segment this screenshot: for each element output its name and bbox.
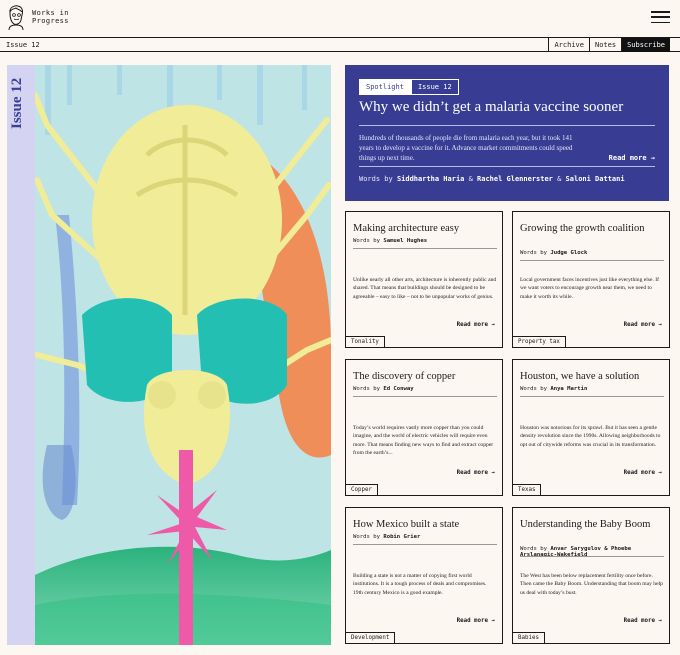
article-summary: Today’s world requires vastly more coppe…	[353, 425, 494, 456]
article-summary: Local government faces incentives just l…	[520, 277, 660, 300]
article-card[interactable]: The discovery of copper Words by Ed Conwa…	[345, 359, 503, 496]
site-logo[interactable]: Works in Progress	[6, 4, 92, 30]
article-byline: Words by Anya Martin	[520, 386, 588, 392]
article-card[interactable]: Understanding the Baby Boom Words by Anva…	[512, 507, 670, 644]
logo-text: Works in Progress	[32, 9, 69, 25]
spotlight-chip[interactable]: Spotlight	[359, 79, 411, 95]
spotlight-read-more-link[interactable]: Read more →	[609, 154, 655, 162]
sub-navigation: Issue 12 Archive Notes Subscribe	[0, 38, 680, 52]
spotlight-byline: Words by Siddhartha Haria & Rachel Glenn…	[359, 175, 625, 183]
divider	[353, 544, 497, 545]
article-summary: Unlike nearly all other arts, architectu…	[353, 277, 497, 300]
notes-link[interactable]: Notes	[588, 38, 621, 52]
author-link[interactable]: Robin Grier	[383, 534, 420, 540]
article-byline: Words by Robin Grier	[353, 534, 421, 540]
subscribe-button[interactable]: Subscribe	[621, 38, 670, 52]
hamburger-menu-icon[interactable]	[651, 11, 670, 24]
read-more-link[interactable]: Read more →	[624, 322, 662, 328]
author-link[interactable]: Siddhartha Haria	[397, 175, 464, 183]
site-header: Works in Progress	[0, 0, 680, 38]
mosquito-illustration	[32, 65, 331, 645]
article-card[interactable]: Growing the growth coalition Words by Jud…	[512, 211, 670, 348]
divider	[353, 248, 497, 249]
spotlight-article[interactable]: Spotlight Issue 12 Why we didn’t get a m…	[345, 65, 669, 201]
article-title[interactable]: How Mexico built a state	[353, 518, 499, 531]
read-more-link[interactable]: Read more →	[624, 470, 662, 476]
article-card[interactable]: Making architecture easy Words by Samuel …	[345, 211, 503, 348]
issue-chip[interactable]: Issue 12	[410, 79, 459, 95]
author-link[interactable]: Judge Glock	[550, 250, 587, 256]
current-issue-label[interactable]: Issue 12	[6, 41, 40, 49]
author-link[interactable]: Saloni Dattani	[566, 175, 625, 183]
article-title[interactable]: Growing the growth coalition	[520, 222, 666, 235]
divider	[353, 396, 497, 397]
author-link[interactable]: Anya Martin	[550, 386, 587, 392]
divider	[520, 556, 664, 557]
article-title[interactable]: The discovery of copper	[353, 370, 499, 383]
author-link[interactable]: Ed Conway	[383, 386, 413, 392]
article-summary: Houston was notorious for its sprawl. Bu…	[520, 425, 661, 448]
portrait-icon	[8, 5, 24, 30]
spotlight-title[interactable]: Why we didn’t get a malaria vaccine soon…	[359, 99, 623, 116]
archive-link[interactable]: Archive	[548, 38, 589, 52]
article-title[interactable]: Houston, we have a solution	[520, 370, 666, 383]
read-more-link[interactable]: Read more →	[457, 322, 495, 328]
issue-cover-illustration[interactable]: Issue 12	[7, 65, 331, 645]
article-card[interactable]: Houston, we have a solution Words by Anya…	[512, 359, 670, 496]
article-byline: Words by Samuel Hughes	[353, 238, 428, 244]
spotlight-summary: Hundreds of thousands of people die from…	[359, 134, 573, 162]
author-link[interactable]: Rachel Glennerster	[477, 175, 553, 183]
issue-vertical-label: Issue 12	[9, 77, 25, 129]
read-more-link[interactable]: Read more →	[457, 618, 495, 624]
article-byline: Words by Judge Glock	[520, 250, 588, 256]
article-summary: Building a state is not a matter of copy…	[353, 573, 487, 596]
issue-side-strip	[7, 65, 35, 645]
topic-tag[interactable]: Texas	[512, 484, 542, 496]
topic-tag[interactable]: Property tax	[512, 336, 566, 348]
author-link[interactable]: Samuel Hughes	[383, 238, 427, 244]
read-more-link[interactable]: Read more →	[624, 618, 662, 624]
topic-tag[interactable]: Babies	[512, 632, 545, 644]
divider	[359, 125, 655, 126]
topic-tag[interactable]: Copper	[345, 484, 378, 496]
article-card[interactable]: How Mexico built a state Words by Robin G…	[345, 507, 503, 644]
article-summary: The West has been below replacement fert…	[520, 573, 663, 596]
article-title[interactable]: Making architecture easy	[353, 222, 499, 235]
divider	[520, 396, 664, 397]
topic-tag[interactable]: Development	[345, 632, 396, 644]
divider	[359, 166, 655, 167]
article-byline: Words by Ed Conway	[353, 386, 414, 392]
read-more-link[interactable]: Read more →	[457, 470, 495, 476]
topic-tag[interactable]: Tonality	[345, 336, 385, 348]
article-title[interactable]: Understanding the Baby Boom	[520, 518, 666, 531]
divider	[520, 260, 664, 261]
